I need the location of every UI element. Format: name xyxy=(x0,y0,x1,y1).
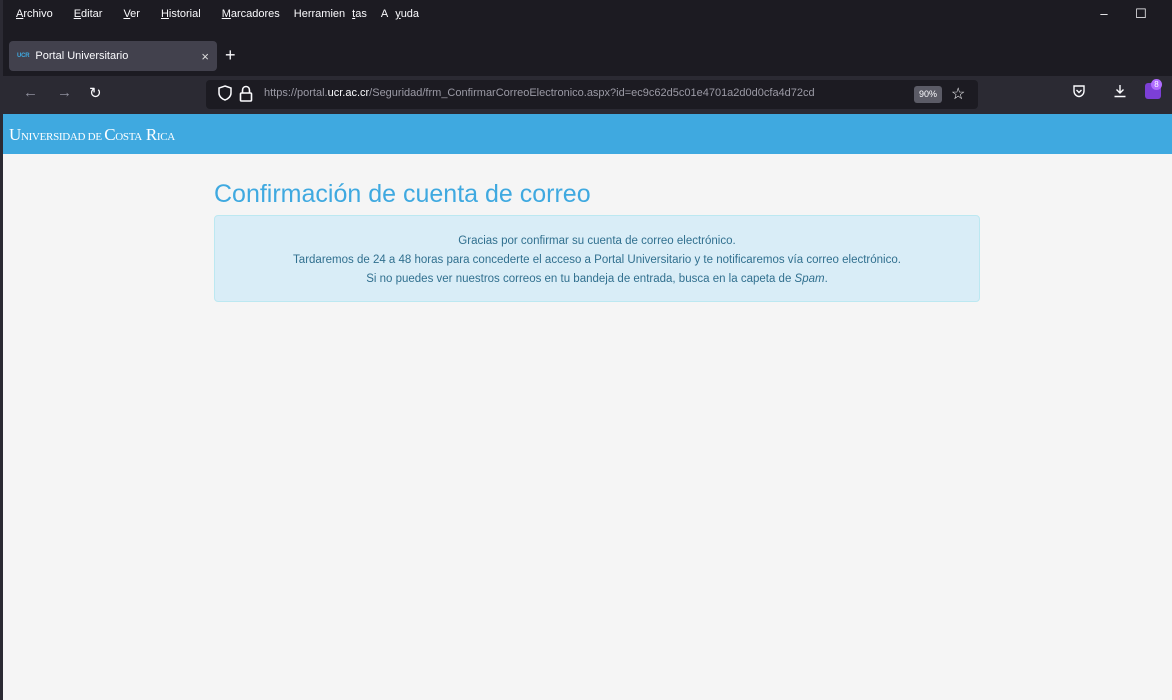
reload-button[interactable]: ↻ xyxy=(89,84,102,102)
menu-editar[interactable]: Editar xyxy=(67,8,110,26)
downloads-icon[interactable] xyxy=(1113,84,1127,101)
menu-ayuda[interactable]: Ayuda xyxy=(381,8,426,26)
site-logo[interactable]: UNIVERSIDAD DE COSTA RICA xyxy=(9,125,175,145)
browser-chrome: Archivo Editar Ver Historial Marcadores … xyxy=(0,0,1172,114)
minimize-button[interactable]: – xyxy=(1094,6,1114,21)
alert-line-1: Gracias por confirmar su cuenta de corre… xyxy=(458,235,736,247)
bookmark-star-icon[interactable]: ☆ xyxy=(951,84,965,104)
tab-portal-universitario[interactable]: UCR Portal Universitario × xyxy=(9,41,217,71)
page-title: Confirmación de cuenta de correo xyxy=(214,180,591,208)
maximize-button[interactable]: ☐ xyxy=(1131,6,1151,22)
extension-badge: 8 xyxy=(1151,79,1162,90)
back-button[interactable]: ← xyxy=(23,84,38,101)
info-alert: Gracias por confirmar su cuenta de corre… xyxy=(214,215,980,302)
site-header: UNIVERSIDAD DE COSTA RICA xyxy=(0,114,1172,154)
tab-strip: UCR Portal Universitario × + xyxy=(3,36,1172,76)
menu-ver[interactable]: Ver xyxy=(116,8,147,26)
alert-line-2: Tardaremos de 24 a 48 horas para concede… xyxy=(293,254,901,266)
menu-marcadores[interactable]: Marcadores xyxy=(215,8,287,26)
ucr-favicon-icon: UCR xyxy=(17,53,30,59)
menu-herramientas[interactable]: Herramien tas xyxy=(294,8,374,26)
address-bar[interactable]: https://portal.ucr.ac.cr/Seguridad/frm_C… xyxy=(206,80,978,109)
menu-historial[interactable]: Historial xyxy=(154,8,208,26)
lock-icon[interactable] xyxy=(239,85,253,103)
tab-close-icon[interactable]: × xyxy=(201,49,209,64)
navigation-toolbar: ← → ↻ https://portal.ucr.ac.cr/Seguridad… xyxy=(3,76,1172,114)
forward-button[interactable]: → xyxy=(57,84,72,101)
pocket-icon[interactable] xyxy=(1072,84,1086,101)
menu-archivo[interactable]: Archivo xyxy=(9,8,60,26)
tab-title: Portal Universitario xyxy=(35,50,129,62)
menu-bar: Archivo Editar Ver Historial Marcadores … xyxy=(9,8,433,26)
page-content: Confirmación de cuenta de correo Gracias… xyxy=(0,154,1172,700)
zoom-indicator[interactable]: 90% xyxy=(914,86,942,103)
alert-line-3: Si no puedes ver nuestros correos en tu … xyxy=(366,273,828,285)
url-text[interactable]: https://portal.ucr.ac.cr/Seguridad/frm_C… xyxy=(264,87,896,99)
new-tab-button[interactable]: + xyxy=(225,46,236,64)
tracking-protection-shield-icon[interactable] xyxy=(218,85,232,105)
